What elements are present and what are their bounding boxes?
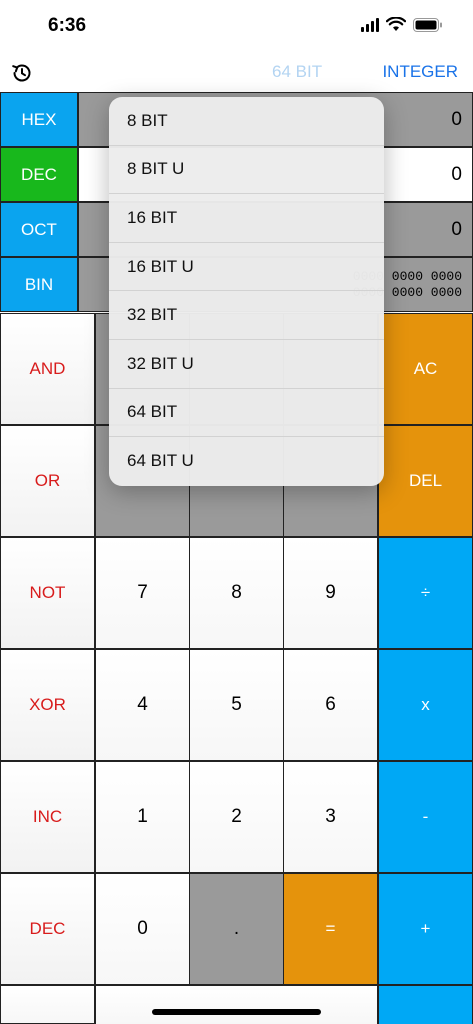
- digit-9-button[interactable]: 9: [283, 537, 378, 649]
- multiply-button[interactable]: x: [378, 649, 473, 761]
- dropdown-item-32-bit-u[interactable]: 32 BIT U: [109, 340, 384, 389]
- extra-key[interactable]: [0, 985, 95, 1024]
- dropdown-item-64-bit-u[interactable]: 64 BIT U: [109, 437, 384, 486]
- inc-button[interactable]: INC: [0, 761, 95, 873]
- digit-4-button[interactable]: 4: [95, 649, 190, 761]
- bottom-blue-key[interactable]: [378, 985, 473, 1024]
- dropdown-item-32-bit[interactable]: 32 BIT: [109, 291, 384, 340]
- status-bar: 6:36: [0, 0, 473, 52]
- number-mode-button[interactable]: INTEGER: [382, 62, 458, 82]
- digit-5-button[interactable]: 5: [189, 649, 284, 761]
- hex-button[interactable]: HEX: [0, 92, 78, 147]
- wifi-icon: [386, 17, 406, 32]
- cellular-signal-icon: [361, 17, 379, 32]
- plus-button[interactable]: +: [378, 873, 473, 985]
- equals-button[interactable]: =: [283, 873, 378, 985]
- bin-button[interactable]: BIN: [0, 257, 78, 312]
- digit-3-button[interactable]: 3: [283, 761, 378, 873]
- bit-size-button[interactable]: 64 BIT: [272, 62, 322, 82]
- and-button[interactable]: AND: [0, 313, 95, 425]
- decimal-point-button[interactable]: .: [189, 873, 284, 985]
- digit-6-button[interactable]: 6: [283, 649, 378, 761]
- not-button[interactable]: NOT: [0, 537, 95, 649]
- digit-1-button[interactable]: 1: [95, 761, 190, 873]
- bottom-row-key[interactable]: [95, 985, 378, 1024]
- dropdown-item-8-bit[interactable]: 8 BIT: [109, 97, 384, 146]
- dec-op-button[interactable]: DEC: [0, 873, 95, 985]
- digit-2-button[interactable]: 2: [189, 761, 284, 873]
- delete-button[interactable]: DEL: [378, 425, 473, 537]
- dropdown-item-16-bit-u[interactable]: 16 BIT U: [109, 243, 384, 292]
- dropdown-item-8-bit-u[interactable]: 8 BIT U: [109, 146, 384, 195]
- status-time: 6:36: [48, 15, 87, 36]
- minus-button[interactable]: -: [378, 761, 473, 873]
- all-clear-button[interactable]: AC: [378, 313, 473, 425]
- divide-button[interactable]: ÷: [378, 537, 473, 649]
- digit-0-button[interactable]: 0: [95, 873, 190, 985]
- toolbar: 64 BIT INTEGER: [0, 52, 473, 92]
- digit-7-button[interactable]: 7: [95, 537, 190, 649]
- or-button[interactable]: OR: [0, 425, 95, 537]
- home-indicator[interactable]: [152, 1009, 321, 1015]
- dec-button[interactable]: DEC: [0, 147, 78, 202]
- bit-size-dropdown: 8 BIT 8 BIT U 16 BIT 16 BIT U 32 BIT 32 …: [109, 97, 384, 486]
- oct-button[interactable]: OCT: [0, 202, 78, 257]
- status-icons: [361, 17, 443, 32]
- history-clock-icon[interactable]: [10, 61, 34, 85]
- xor-button[interactable]: XOR: [0, 649, 95, 761]
- battery-icon: [413, 17, 443, 32]
- dropdown-item-64-bit[interactable]: 64 BIT: [109, 389, 384, 438]
- digit-8-button[interactable]: 8: [189, 537, 284, 649]
- dropdown-item-16-bit[interactable]: 16 BIT: [109, 194, 384, 243]
